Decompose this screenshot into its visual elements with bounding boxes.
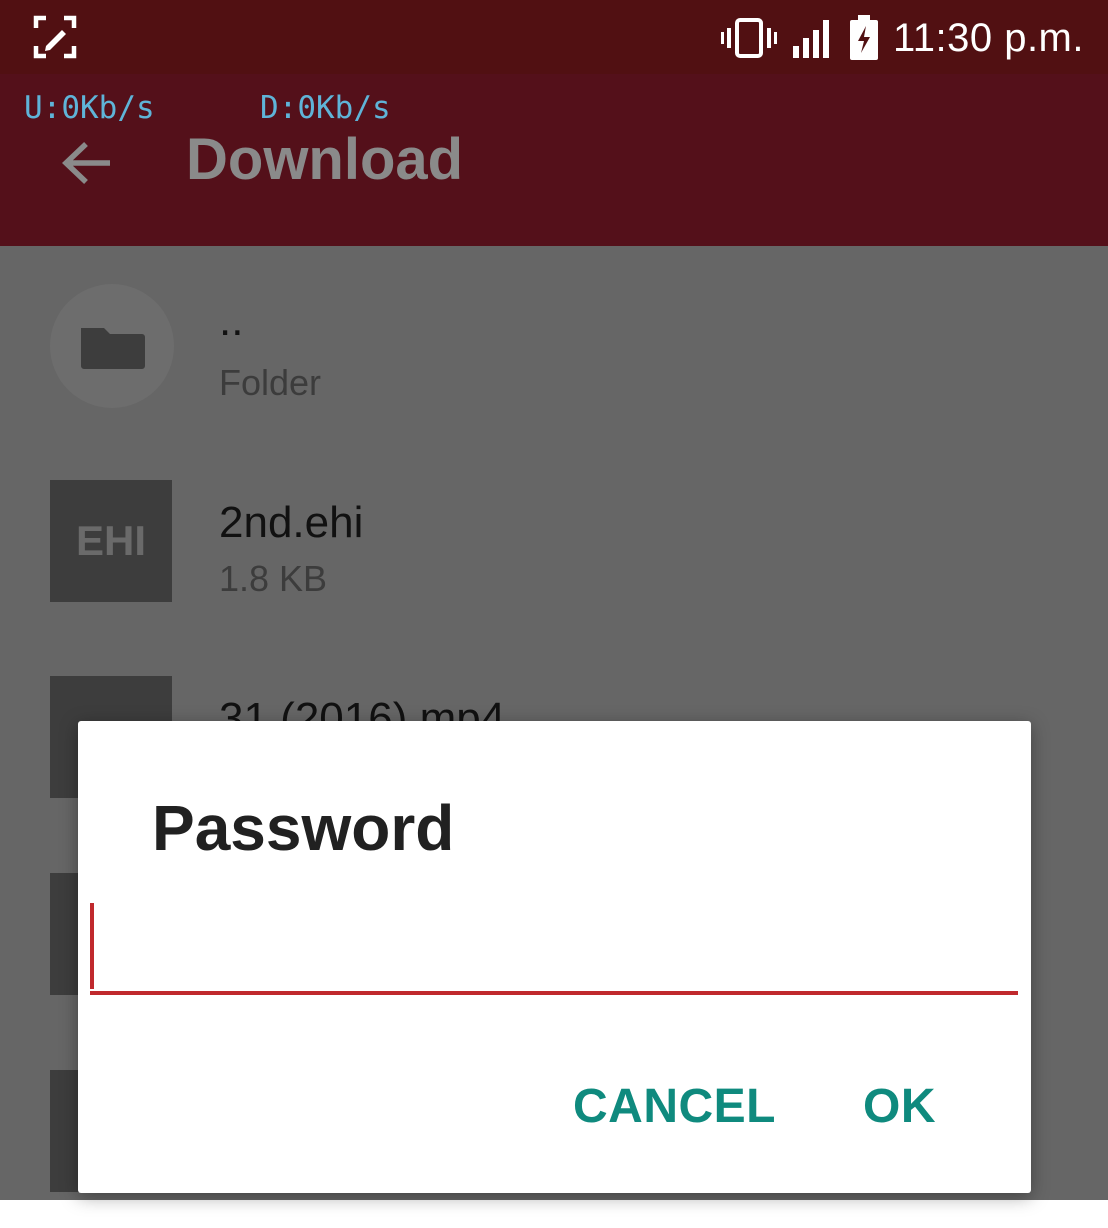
arrow-left-icon[interactable]: [58, 134, 116, 192]
cancel-button[interactable]: CANCEL: [573, 1079, 776, 1134]
password-dialog: Password CANCEL OK: [78, 721, 1031, 1193]
file-name: 2nd.ehi: [219, 498, 364, 547]
status-bar: 11:30 p.m.: [0, 0, 1108, 74]
status-right-group: 11:30 p.m.: [720, 10, 1084, 66]
password-input[interactable]: [90, 901, 1018, 995]
app-bar: U:0Kb/s D:0Kb/s Download: [0, 74, 1108, 246]
page-title: Download: [186, 127, 464, 192]
file-meta: 1.8 KB: [219, 558, 328, 599]
text-cursor: [90, 903, 94, 989]
vibrate-icon: [720, 16, 777, 60]
file-thumb: EHI: [50, 480, 172, 602]
list-item[interactable]: .. Folder: [0, 246, 1108, 442]
battery-charging-icon: [849, 15, 879, 61]
status-time: 11:30 p.m.: [892, 15, 1084, 60]
upload-speed: U:0Kb/s: [24, 90, 155, 126]
dialog-title: Password: [152, 792, 455, 864]
list-item[interactable]: EHI 2nd.ehi 1.8 KB: [0, 442, 1108, 638]
signal-icon: [791, 16, 835, 60]
screenshot-edit-icon: [32, 14, 78, 60]
folder-thumb: [50, 284, 174, 408]
ok-button[interactable]: OK: [863, 1079, 936, 1134]
folder-icon: [81, 328, 145, 369]
file-meta: Folder: [219, 362, 322, 403]
download-speed: D:0Kb/s: [260, 90, 391, 126]
file-name: ..: [219, 296, 244, 345]
